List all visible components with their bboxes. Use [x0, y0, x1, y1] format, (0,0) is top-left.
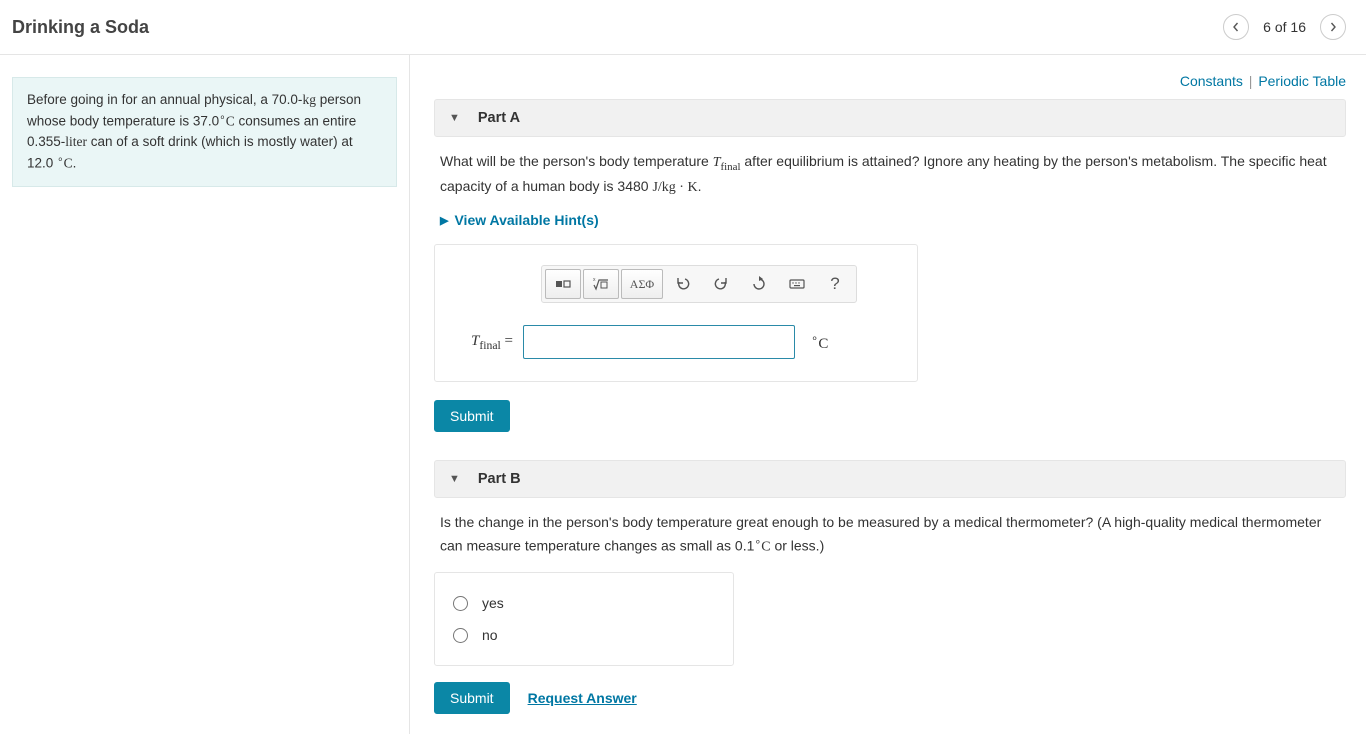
unit-c: C: [64, 156, 73, 171]
chevron-left-icon: [1231, 22, 1241, 32]
radio-no[interactable]: [453, 628, 468, 643]
request-answer-link[interactable]: Request Answer: [528, 690, 637, 706]
prompt-text: .: [73, 156, 77, 171]
question-text: What will be the person's body temperatu…: [440, 153, 713, 169]
equation-row: Tfinal = ∘C: [457, 325, 857, 359]
part-b-header: ▼ Part B: [434, 460, 1346, 498]
chevron-right-icon: ▶: [440, 214, 448, 227]
submit-button-b[interactable]: Submit: [434, 682, 510, 714]
unit-spec: J/kg · K: [652, 180, 697, 195]
periodic-table-link[interactable]: Periodic Table: [1258, 73, 1346, 89]
option-yes[interactable]: yes: [453, 587, 715, 619]
radio-options: yes no: [434, 572, 734, 666]
hints-label: View Available Hint(s): [454, 212, 598, 228]
reset-icon[interactable]: [741, 269, 777, 299]
help-icon[interactable]: ?: [817, 269, 853, 299]
option-label: yes: [482, 595, 504, 611]
svg-text:x: x: [593, 277, 596, 283]
prev-button[interactable]: [1223, 14, 1249, 40]
resource-links: Constants | Periodic Table: [434, 69, 1346, 99]
submit-button-a[interactable]: Submit: [434, 400, 510, 432]
unit-c: C: [818, 336, 828, 352]
collapse-icon[interactable]: ▼: [449, 473, 460, 485]
collapse-icon[interactable]: ▼: [449, 112, 460, 124]
separator: |: [1249, 73, 1253, 89]
variable: T: [713, 155, 721, 170]
undo-icon[interactable]: [665, 269, 701, 299]
unit-c: C: [761, 540, 770, 555]
nav-group: 6 of 16: [1223, 14, 1346, 40]
equation-lhs: Tfinal =: [457, 333, 513, 352]
prompt-text: Before going in for an annual physical, …: [27, 92, 302, 107]
subscript: final: [479, 339, 500, 352]
redo-icon[interactable]: [703, 269, 739, 299]
question-text: or less.): [771, 538, 825, 554]
equation-toolbar: x ΑΣΦ ?: [541, 265, 857, 303]
unit-c: C: [226, 114, 235, 129]
question-text: .: [698, 178, 702, 194]
degree-symbol: ∘: [57, 154, 64, 165]
view-hints-link[interactable]: ▶ View Available Hint(s): [440, 212, 1340, 228]
answer-input[interactable]: [523, 325, 795, 359]
part-b-label: Part B: [478, 471, 521, 487]
unit-kg: kg: [302, 92, 316, 107]
part-a-header: ▼ Part A: [434, 99, 1346, 137]
subscript: final: [721, 161, 741, 173]
radio-yes[interactable]: [453, 596, 468, 611]
unit-liter: liter: [65, 134, 87, 149]
greek-icon[interactable]: ΑΣΦ: [621, 269, 663, 299]
template-icon[interactable]: [545, 269, 581, 299]
answer-zone: x ΑΣΦ ? Tfinal =: [434, 244, 918, 382]
part-b-question: Is the change in the person's body tempe…: [440, 512, 1340, 558]
part-a-question: What will be the person's body temperatu…: [440, 151, 1340, 198]
option-no[interactable]: no: [453, 619, 715, 651]
answer-unit: ∘C: [811, 331, 828, 353]
constants-link[interactable]: Constants: [1180, 73, 1243, 89]
part-a-label: Part A: [478, 110, 520, 126]
keyboard-icon[interactable]: [779, 269, 815, 299]
problem-prompt: Before going in for an annual physical, …: [12, 77, 397, 187]
degree-symbol: ∘: [219, 112, 226, 123]
nav-position: 6 of 16: [1263, 19, 1306, 35]
question-text: Is the change in the person's body tempe…: [440, 514, 1321, 553]
equals: =: [501, 333, 513, 349]
page-title: Drinking a Soda: [12, 17, 149, 38]
root-icon[interactable]: x: [583, 269, 619, 299]
next-button[interactable]: [1320, 14, 1346, 40]
chevron-right-icon: [1328, 22, 1338, 32]
